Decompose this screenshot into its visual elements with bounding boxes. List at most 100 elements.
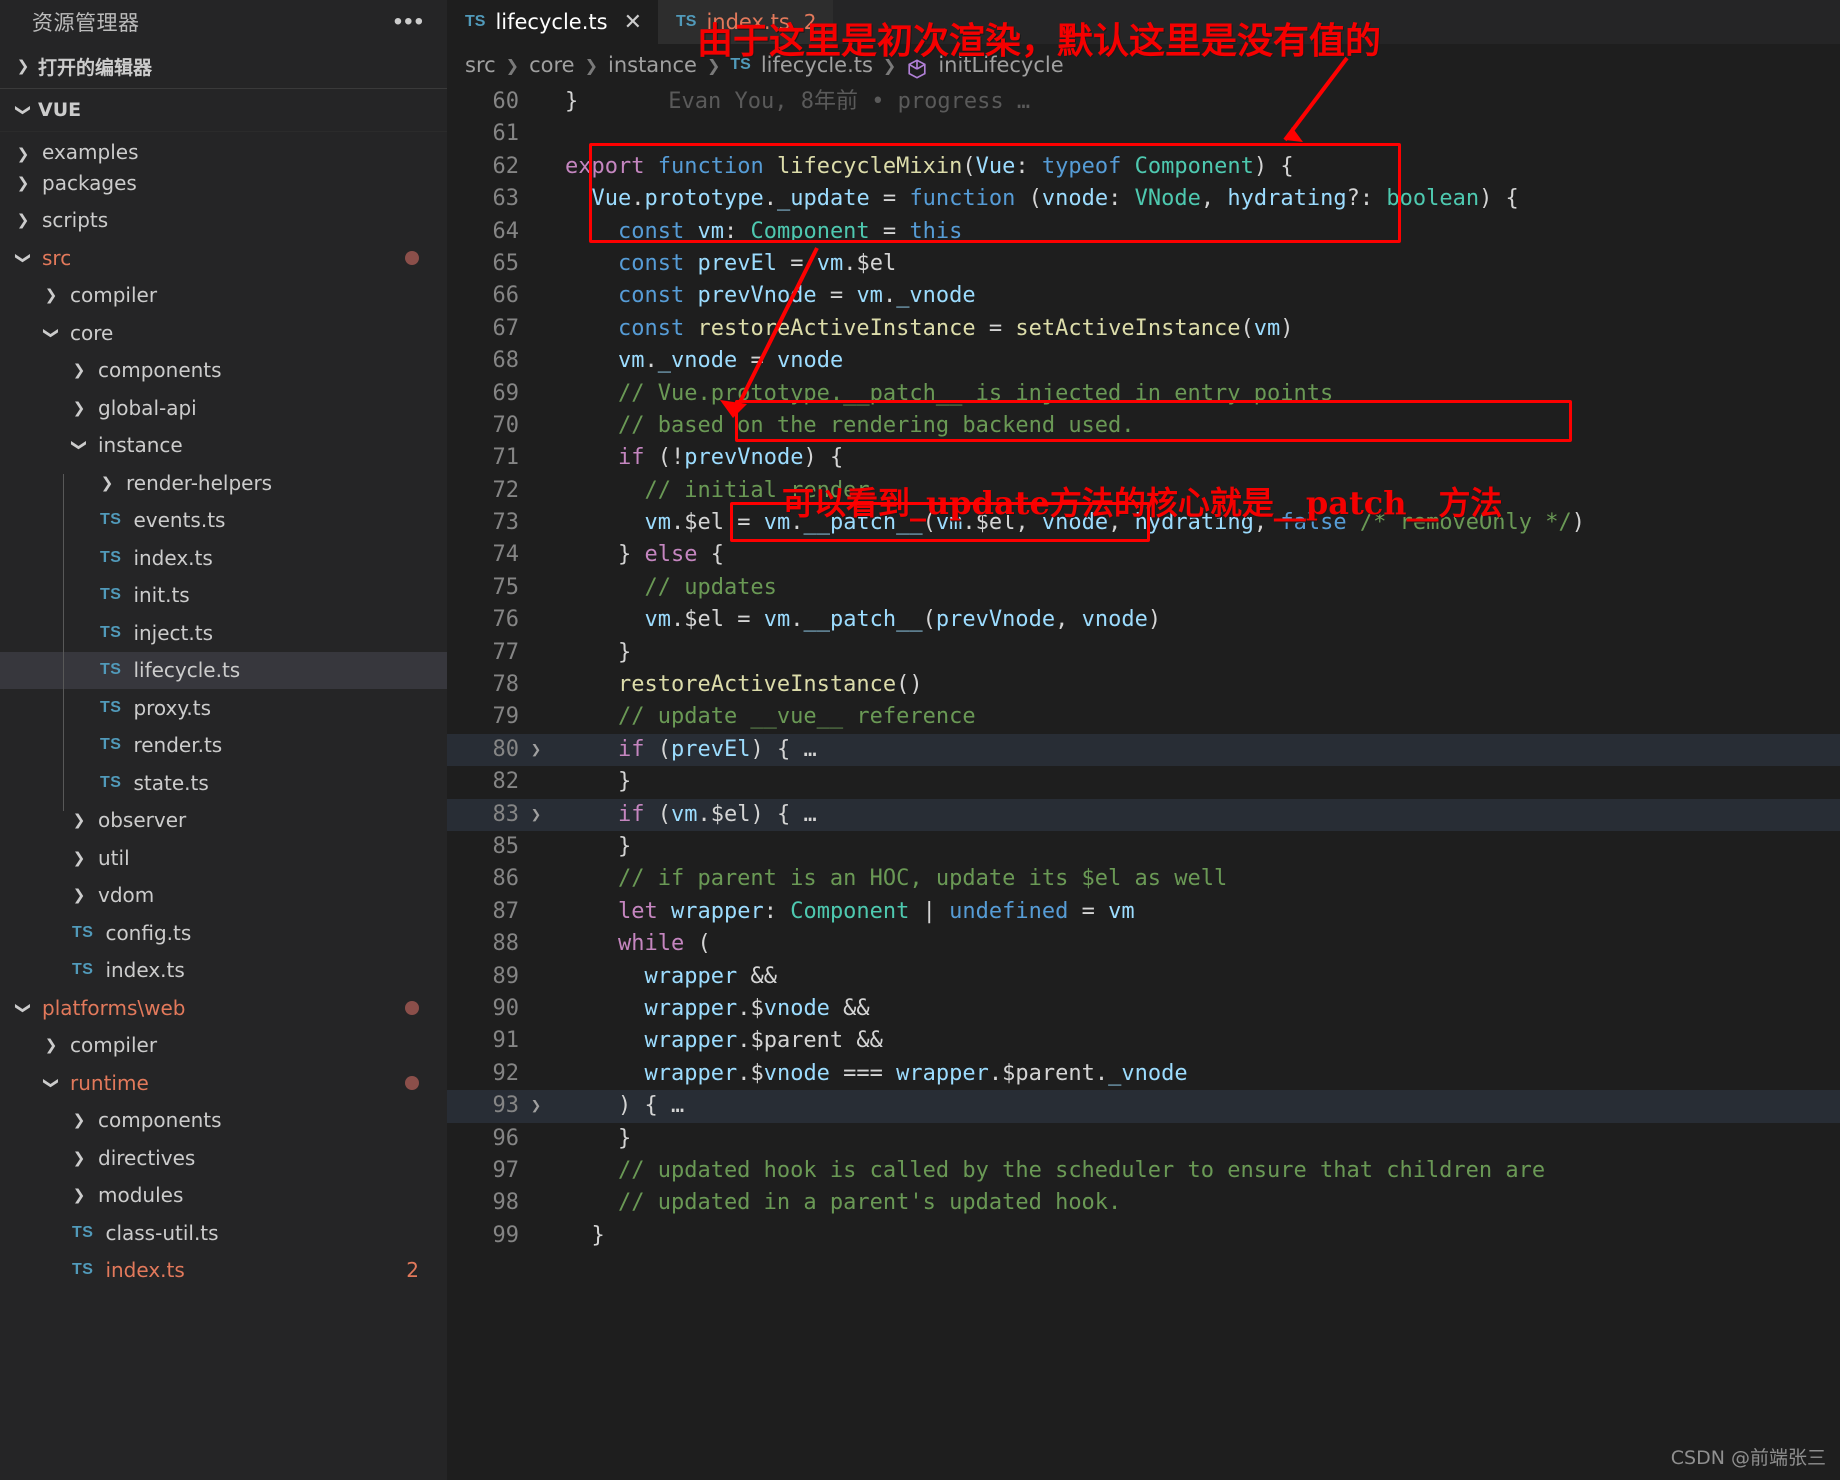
tree-item-label: platforms\web	[42, 995, 186, 1020]
code-line-74[interactable]: 74 } else {	[447, 539, 1840, 571]
code-text: if (prevEl) { …	[617, 736, 817, 762]
tree-item-index-ts[interactable]: TS index.ts 2	[0, 1252, 447, 1290]
ts-file-icon: TS	[100, 661, 122, 679]
code-line-79[interactable]: 79 // update __vue__ reference	[447, 701, 1840, 733]
code-line-86[interactable]: 86 // if parent is an HOC, update its $e…	[447, 863, 1840, 895]
code-line-91[interactable]: 91 wrapper.$parent &&	[447, 1025, 1840, 1057]
tree-item-src[interactable]: src	[0, 239, 447, 277]
line-number: 72	[492, 477, 520, 503]
tree-item-label: scripts	[42, 208, 109, 233]
fold-chevron-icon[interactable]	[519, 1090, 553, 1122]
code-line-63[interactable]: 63 Vue.prototype._update = function (vno…	[447, 183, 1840, 215]
code-line-82[interactable]: 82 }	[447, 766, 1840, 798]
code-line-97[interactable]: 97 // updated hook is called by the sche…	[447, 1155, 1840, 1187]
tree-item-global-api[interactable]: global-api	[0, 389, 447, 427]
code-line-61[interactable]: 61	[447, 118, 1840, 150]
tree-item-lifecycle-ts[interactable]: TS lifecycle.ts	[0, 651, 447, 689]
code-line-90[interactable]: 90 wrapper.$vnode &&	[447, 993, 1840, 1025]
tree-item-components[interactable]: components	[0, 1102, 447, 1140]
tree-item-util[interactable]: util	[0, 839, 447, 877]
fold-chevron-icon[interactable]	[519, 799, 553, 831]
tree-item-instance[interactable]: instance	[0, 427, 447, 465]
tree-item-render-ts[interactable]: TS render.ts	[0, 727, 447, 765]
fold-gutter	[519, 313, 553, 345]
tree-item-vdom[interactable]: vdom	[0, 877, 447, 915]
tree-item-events-ts[interactable]: TS events.ts	[0, 502, 447, 540]
code-line-96[interactable]: 96 }	[447, 1123, 1840, 1155]
fold-gutter	[519, 507, 553, 539]
tree-item-core[interactable]: core	[0, 314, 447, 352]
code-line-98[interactable]: 98 // updated in a parent's updated hook…	[447, 1187, 1840, 1219]
modified-indicator-dot	[405, 1000, 419, 1015]
tree-item-label: config.ts	[105, 920, 192, 945]
code-line-66[interactable]: 66 const prevVnode = vm._vnode	[447, 280, 1840, 312]
breadcrumb-item-instance[interactable]: instance	[608, 53, 697, 77]
tree-item-label: observer	[98, 808, 187, 833]
code-line-64[interactable]: 64 const vm: Component = this	[447, 216, 1840, 248]
tree-item-platforms-web[interactable]: platforms\web	[0, 989, 447, 1027]
tree-item-label: global-api	[98, 395, 197, 420]
code-line-93[interactable]: 93 ) { …	[447, 1090, 1840, 1123]
fold-gutter	[519, 961, 553, 993]
tree-item-proxy-ts[interactable]: TS proxy.ts	[0, 689, 447, 727]
tree-item-config-ts[interactable]: TS config.ts	[0, 914, 447, 952]
tree-item-init-ts[interactable]: TS init.ts	[0, 577, 447, 615]
code-line-70[interactable]: 70 // based on the rendering backend use…	[447, 410, 1840, 442]
tree-item-index-ts[interactable]: TS index.ts	[0, 952, 447, 990]
line-number: 92	[492, 1060, 520, 1086]
breadcrumb-item-src[interactable]: src	[465, 53, 496, 77]
tree-item-observer[interactable]: observer	[0, 802, 447, 840]
tree-item-class-util-ts[interactable]: TS class-util.ts	[0, 1214, 447, 1252]
breadcrumb-item-core[interactable]: core	[529, 53, 575, 77]
tree-item-compiler[interactable]: compiler	[0, 277, 447, 315]
fold-chevron-icon[interactable]	[519, 734, 553, 766]
code-text: wrapper.$parent &&	[644, 1028, 883, 1054]
editor-tab-lifecycle-ts[interactable]: TS lifecycle.ts ✕	[447, 0, 658, 44]
tree-item-scripts[interactable]: scripts	[0, 202, 447, 240]
open-editors-section[interactable]: 打开的编辑器	[0, 44, 447, 88]
code-line-75[interactable]: 75 // updates	[447, 572, 1840, 604]
tree-item-label: compiler	[70, 1033, 158, 1058]
code-line-68[interactable]: 68 vm._vnode = vnode	[447, 345, 1840, 377]
tree-item-label: core	[70, 320, 114, 345]
code-line-69[interactable]: 69 // Vue.prototype.__patch__ is injecte…	[447, 378, 1840, 410]
code-line-65[interactable]: 65 const prevEl = vm.$el	[447, 248, 1840, 280]
code-line-88[interactable]: 88 while (	[447, 928, 1840, 960]
code-line-85[interactable]: 85 }	[447, 831, 1840, 863]
code-line-89[interactable]: 89 wrapper &&	[447, 961, 1840, 993]
code-line-99[interactable]: 99 }	[447, 1220, 1840, 1252]
tree-item-compiler[interactable]: compiler	[0, 1027, 447, 1065]
ellipsis-icon[interactable]: •••	[394, 10, 425, 34]
fold-gutter	[519, 442, 553, 474]
code-line-62[interactable]: 62 export function lifecycleMixin(Vue: ty…	[447, 151, 1840, 183]
code-line-87[interactable]: 87 let wrapper: Component | undefined = …	[447, 896, 1840, 928]
ts-file-icon: TS	[465, 13, 486, 30]
workspace-root-section[interactable]: VUE	[0, 88, 447, 132]
code-line-67[interactable]: 67 const restoreActiveInstance = setActi…	[447, 313, 1840, 345]
code-line-78[interactable]: 78 restoreActiveInstance()	[447, 669, 1840, 701]
code-line-80[interactable]: 80 if (prevEl) { …	[447, 733, 1840, 767]
tree-item-render-helpers[interactable]: render-helpers	[0, 464, 447, 502]
code-line-76[interactable]: 76 vm.$el = vm.__patch__(prevVnode, vnod…	[447, 604, 1840, 636]
tree-item-modules[interactable]: modules	[0, 1177, 447, 1215]
code-line-77[interactable]: 77 }	[447, 637, 1840, 669]
tree-item-directives[interactable]: directives	[0, 1139, 447, 1177]
code-line-71[interactable]: 71 if (!prevVnode) {	[447, 442, 1840, 474]
fold-gutter	[519, 1220, 553, 1252]
tree-item-label: modules	[98, 1183, 184, 1208]
tree-item-packages[interactable]: packages	[0, 164, 447, 202]
close-icon[interactable]: ✕	[624, 10, 642, 35]
code-editor[interactable]: 60} Evan You, 8年前 • progress … 61 62 export …	[447, 86, 1840, 1252]
tree-item-label: index.ts	[133, 545, 213, 570]
code-line-60[interactable]: 60} Evan You, 8年前 • progress …	[447, 86, 1840, 118]
tree-item-examples[interactable]: examples	[0, 132, 447, 164]
editor-area: TS lifecycle.ts ✕ TS index.ts 2 src ❯ core ❯ …	[447, 0, 1840, 1480]
tree-item-state-ts[interactable]: TS state.ts	[0, 764, 447, 802]
tree-item-runtime[interactable]: runtime	[0, 1064, 447, 1102]
ts-file-icon: TS	[100, 623, 122, 641]
code-line-83[interactable]: 83 if (vm.$el) { …	[447, 798, 1840, 831]
code-line-92[interactable]: 92 wrapper.$vnode === wrapper.$parent._v…	[447, 1058, 1840, 1090]
tree-item-inject-ts[interactable]: TS inject.ts	[0, 614, 447, 652]
tree-item-index-ts[interactable]: TS index.ts	[0, 539, 447, 577]
tree-item-components[interactable]: components	[0, 352, 447, 390]
